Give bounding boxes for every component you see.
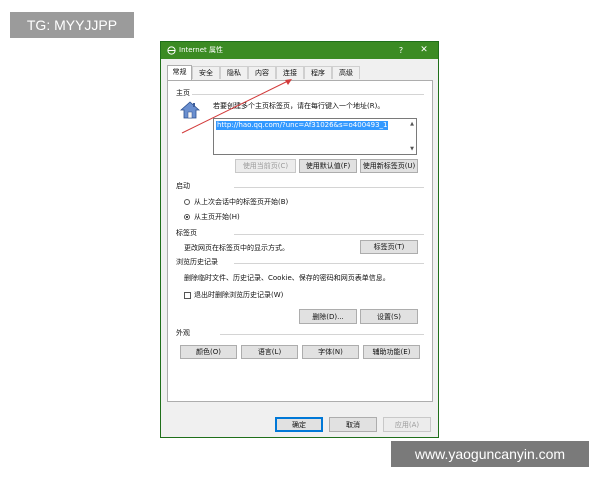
history-description: 删除临时文件、历史记录、Cookie、保存的密码和网页表单信息。 — [184, 274, 390, 282]
tabs-settings-button[interactable]: 标签页(T) — [360, 240, 418, 254]
radio-homepage[interactable] — [184, 214, 190, 220]
watermark-bottom: www.yaoguncanyin.com — [391, 441, 589, 467]
appearance-section-label: 外观 — [176, 329, 190, 337]
use-new-tab-button[interactable]: 使用新标签页(U) — [360, 159, 418, 173]
help-button[interactable]: ? — [392, 42, 410, 59]
tab-privacy[interactable]: 隐私 — [220, 66, 248, 79]
tabs-separator — [234, 234, 424, 235]
homepage-url-value: http://hao.qq.com/?unc=Af31026&s=o400493… — [216, 121, 389, 130]
history-settings-button[interactable]: 设置(S) — [360, 309, 418, 324]
dialog-title: Internet 属性 — [179, 46, 224, 54]
homepage-description: 若要创建多个主页标签页，请在每行键入一个地址(R)。 — [213, 102, 385, 110]
tabs-description: 更改网页在标签页中的显示方式。 — [184, 244, 289, 252]
title-bar[interactable]: Internet 属性 ? ✕ — [161, 42, 438, 59]
tab-general[interactable]: 常规 — [167, 65, 192, 80]
languages-button[interactable]: 语言(L) — [241, 345, 298, 359]
tab-content[interactable]: 内容 — [248, 66, 276, 79]
tab-security[interactable]: 安全 — [192, 66, 220, 79]
internet-explorer-icon — [167, 46, 176, 55]
startup-section-label: 启动 — [176, 182, 190, 190]
use-current-button[interactable]: 使用当前页(C) — [235, 159, 296, 173]
homepage-section-label: 主页 — [176, 89, 190, 97]
colors-button[interactable]: 颜色(O) — [180, 345, 237, 359]
tab-connections[interactable]: 连接 — [276, 66, 304, 79]
history-separator — [234, 263, 424, 264]
general-tab-panel: 主页 若要创建多个主页标签页，请在每行键入一个地址(R)。 http://hao… — [167, 80, 433, 402]
appearance-separator — [220, 334, 424, 335]
use-default-button[interactable]: 使用默认值(F) — [299, 159, 357, 173]
close-button[interactable]: ✕ — [414, 42, 434, 59]
delete-on-exit-label: 退出时删除浏览历史记录(W) — [194, 291, 284, 299]
house-icon — [180, 101, 200, 119]
scroll-up-icon[interactable]: ▲ — [410, 121, 414, 127]
homepage-url-textarea[interactable]: http://hao.qq.com/?unc=Af31026&s=o400493… — [213, 118, 417, 155]
radio-homepage-label: 从主页开始(H) — [194, 213, 240, 221]
homepage-separator — [192, 94, 424, 95]
accessibility-button[interactable]: 辅助功能(E) — [363, 345, 420, 359]
startup-separator — [234, 187, 424, 188]
history-section-label: 浏览历史记录 — [176, 258, 218, 266]
fonts-button[interactable]: 字体(N) — [302, 345, 359, 359]
cancel-button[interactable]: 取消 — [329, 417, 377, 432]
ok-button[interactable]: 确定 — [275, 417, 323, 432]
internet-options-dialog: Internet 属性 ? ✕ 常规 安全 隐私 内容 连接 程序 高级 主页 … — [160, 41, 439, 438]
delete-history-button[interactable]: 删除(D)... — [299, 309, 357, 324]
watermark-top: TG: MYYJJPP — [10, 12, 134, 38]
apply-button[interactable]: 应用(A) — [383, 417, 431, 432]
close-icon: ✕ — [420, 45, 428, 55]
radio-last-session[interactable] — [184, 199, 190, 205]
tab-advanced[interactable]: 高级 — [332, 66, 360, 79]
radio-last-session-label: 从上次会话中的标签页开始(B) — [194, 198, 289, 206]
scroll-down-icon[interactable]: ▼ — [410, 146, 414, 152]
tabs-section-label: 标签页 — [176, 229, 197, 237]
tab-programs[interactable]: 程序 — [304, 66, 332, 79]
delete-on-exit-checkbox[interactable] — [184, 292, 191, 299]
